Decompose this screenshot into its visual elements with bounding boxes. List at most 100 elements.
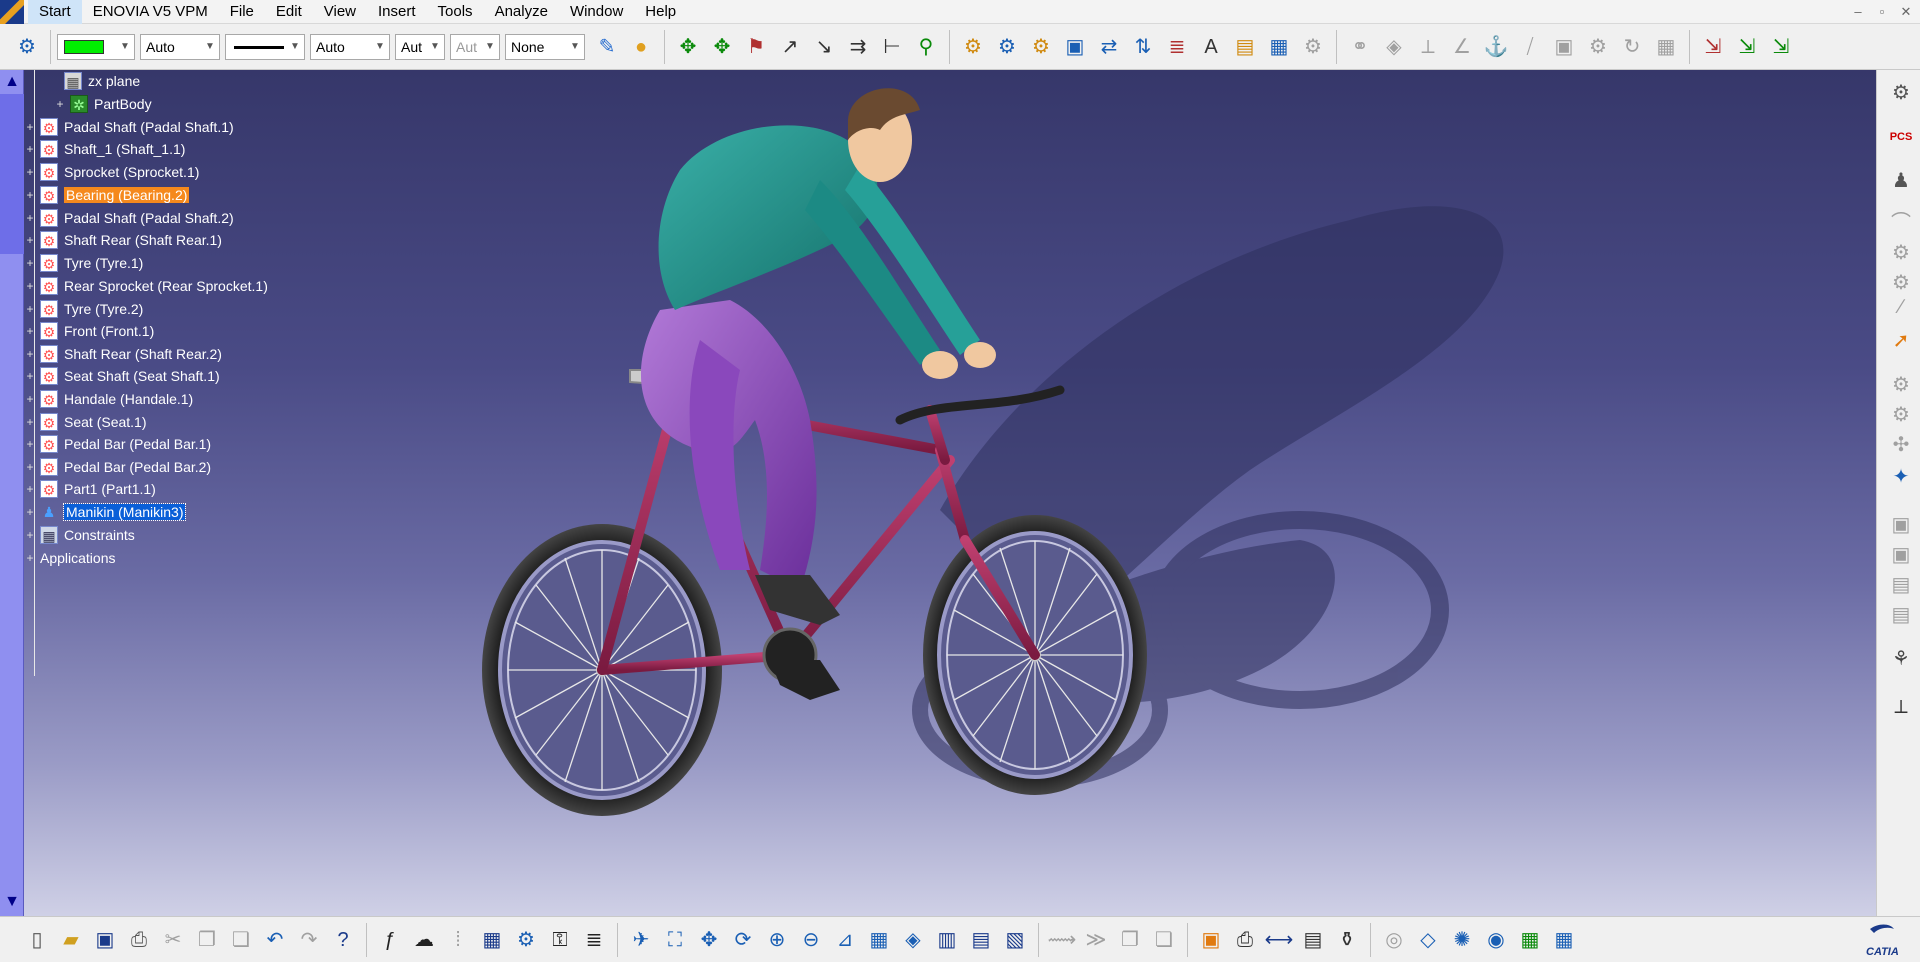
tree-node-pedal-bar-2[interactable]: + ⚙ Pedal Bar (Pedal Bar.2)	[24, 456, 211, 478]
tree-node-padal-shaft-2[interactable]: + ⚙ Padal Shaft (Padal Shaft.2)	[24, 207, 234, 229]
stop-manipulate-icon[interactable]: ↘	[810, 32, 838, 62]
tree-node-bearing[interactable]: + ⚙ Bearing (Bearing.2)	[24, 184, 190, 206]
tree-node-zx-plane[interactable]: ▦ zx plane	[64, 70, 140, 92]
lock-icon[interactable]: ⚿	[546, 925, 574, 955]
graph-tree-reorder-icon[interactable]: ⇅	[1129, 32, 1157, 62]
expand-icon[interactable]: +	[54, 98, 66, 110]
transparency-combo[interactable]: Auto ▼	[140, 33, 220, 60]
cut-icon[interactable]: ✂	[159, 925, 187, 955]
existing-component-icon[interactable]: ⚙	[959, 32, 987, 62]
camera-icon[interactable]: ▣	[1197, 925, 1225, 955]
fix-component-icon[interactable]: ⚓	[1482, 32, 1510, 62]
menu-view[interactable]: View	[313, 0, 367, 24]
coincidence-constraint-icon[interactable]: ⚭	[1346, 32, 1374, 62]
line-icon[interactable]: ∕	[1887, 292, 1915, 322]
measure-item-icon[interactable]: ▤	[1299, 925, 1327, 955]
capture-icon[interactable]: ⎙	[1231, 925, 1259, 955]
tree-node-applications[interactable]: + Applications	[24, 547, 115, 569]
select-cursor-icon[interactable]: ➚	[1887, 326, 1915, 356]
exit-workbench-icon[interactable]: ⇲	[1699, 32, 1727, 62]
copy-icon[interactable]: ❐	[193, 925, 221, 955]
swap-visible-icon[interactable]: ▧	[1001, 925, 1029, 955]
update-all-icon[interactable]: ⇲	[1767, 32, 1795, 62]
replace-component-icon[interactable]: ⇄	[1095, 32, 1123, 62]
tree-node-constraints[interactable]: + ▦ Constraints	[24, 524, 135, 546]
report-icon[interactable]: ▤	[1887, 570, 1915, 600]
merge-icon[interactable]: ❐	[1116, 925, 1144, 955]
expand-icon[interactable]: +	[24, 234, 36, 246]
open-icon[interactable]: ▰	[57, 925, 85, 955]
tree-node-seat-shaft[interactable]: + ⚙ Seat Shaft (Seat Shaft.1)	[24, 365, 220, 387]
menu-window[interactable]: Window	[559, 0, 634, 24]
analyze-icon[interactable]: ⚲	[912, 32, 940, 62]
constraint-analysis-icon[interactable]: ≫	[1082, 925, 1110, 955]
point-symbol-combo[interactable]: Aut ▼	[395, 33, 445, 60]
grid-icon[interactable]: ▦	[1550, 925, 1578, 955]
tree-node-padal-shaft-1[interactable]: + ⚙ Padal Shaft (Padal Shaft.1)	[24, 116, 234, 138]
scroll-down-icon[interactable]: ▼	[2, 892, 22, 912]
new-part-icon[interactable]: ▣	[1061, 32, 1089, 62]
whats-this-icon[interactable]: ?	[329, 925, 357, 955]
expand-icon[interactable]: +	[24, 325, 36, 337]
center-of-gravity-icon[interactable]: ✣	[1887, 430, 1915, 460]
sketch-analysis-icon[interactable]: ⟿	[1048, 925, 1077, 955]
expand-icon[interactable]: +	[24, 552, 36, 564]
angle-constraint-icon[interactable]: ∠	[1448, 32, 1476, 62]
menu-enovia[interactable]: ENOVIA V5 VPM	[82, 0, 219, 24]
reuse-pattern-icon[interactable]: ▦	[1652, 32, 1680, 62]
expand-icon[interactable]: +	[24, 483, 36, 495]
reach-envelope-icon[interactable]: ⚙	[1887, 370, 1915, 400]
fast-multi-instantiation-icon[interactable]: ⚙	[1299, 32, 1327, 62]
snap-icon[interactable]: ✥	[708, 32, 736, 62]
expand-icon[interactable]: +	[24, 303, 36, 315]
tree-node-seat[interactable]: + ⚙ Seat (Seat.1)	[24, 411, 147, 433]
menu-tools[interactable]: Tools	[427, 0, 484, 24]
expand-icon[interactable]: +	[24, 348, 36, 360]
render-style-icon[interactable]: ▥	[933, 925, 961, 955]
measure-inertia-icon[interactable]: ⚱	[1333, 925, 1361, 955]
scene-icon[interactable]: ▦	[1516, 925, 1544, 955]
axis-icon[interactable]: ⟂	[1887, 692, 1915, 722]
expand-icon[interactable]: +	[24, 461, 36, 473]
fit-all-icon[interactable]: ⛶	[661, 925, 689, 955]
tree-scrollbar[interactable]: ▲ ▼	[0, 70, 24, 916]
update-icon[interactable]: ⇲	[1733, 32, 1761, 62]
multi-instantiation-icon[interactable]: ▦	[1265, 32, 1293, 62]
tree-node-manikin[interactable]: + ♟ Manikin (Manikin3)	[24, 501, 187, 523]
tree-node-tyre-2[interactable]: + ⚙ Tyre (Tyre.2)	[24, 298, 143, 320]
normal-view-icon[interactable]: ⊿	[831, 925, 859, 955]
linetype-combo[interactable]: Auto ▼	[310, 33, 390, 60]
scrollbar-thumb[interactable]	[0, 94, 24, 254]
expand-icon[interactable]: +	[24, 438, 36, 450]
measure-icon[interactable]: ⊢	[878, 32, 906, 62]
zoom-in-icon[interactable]: ⊕	[763, 925, 791, 955]
new-icon[interactable]: ▯	[23, 925, 51, 955]
tree-node-shaft-1[interactable]: + ⚙ Shaft_1 (Shaft_1.1)	[24, 138, 185, 160]
menu-insert[interactable]: Insert	[367, 0, 427, 24]
tree-node-tyre-1[interactable]: + ⚙ Tyre (Tyre.1)	[24, 252, 143, 274]
split-icon[interactable]: ❏	[1150, 925, 1178, 955]
app-logo-icon[interactable]	[0, 0, 24, 24]
expand-icon[interactable]: +	[24, 506, 36, 518]
vision-icon[interactable]: ⚙	[1887, 400, 1915, 430]
rendering-style-combo[interactable]: Aut ▼	[450, 33, 500, 60]
material-library-icon[interactable]: ✺	[1448, 925, 1476, 955]
pan-icon[interactable]: ✥	[695, 925, 723, 955]
posture-editor-icon[interactable]: ⌒	[1887, 208, 1915, 238]
tree-node-pedal-bar-1[interactable]: + ⚙ Pedal Bar (Pedal Bar.1)	[24, 433, 211, 455]
offset-constraint-icon[interactable]: ⟂	[1414, 32, 1442, 62]
scroll-up-icon[interactable]: ▲	[2, 72, 22, 92]
generate-numbering-icon[interactable]: ≣	[1163, 32, 1191, 62]
menu-start[interactable]: Start	[28, 0, 82, 24]
color-combo[interactable]: ▼	[57, 33, 135, 60]
comment-icon[interactable]: ☁	[410, 925, 438, 955]
tree-node-handale[interactable]: + ⚙ Handale (Handale.1)	[24, 388, 193, 410]
redo-icon[interactable]: ↷	[295, 925, 323, 955]
flexible-rigid-icon[interactable]: ⚙	[1584, 32, 1612, 62]
tree-node-front[interactable]: + ⚙ Front (Front.1)	[24, 320, 154, 342]
table-icon[interactable]: ▦	[478, 925, 506, 955]
expand-icon[interactable]: +	[24, 143, 36, 155]
product-icon[interactable]: ⚙	[13, 32, 41, 62]
tree-node-shaft-rear-2[interactable]: + ⚙ Shaft Rear (Shaft Rear.2)	[24, 343, 222, 365]
analysis-icon[interactable]: ▤	[1887, 600, 1915, 630]
